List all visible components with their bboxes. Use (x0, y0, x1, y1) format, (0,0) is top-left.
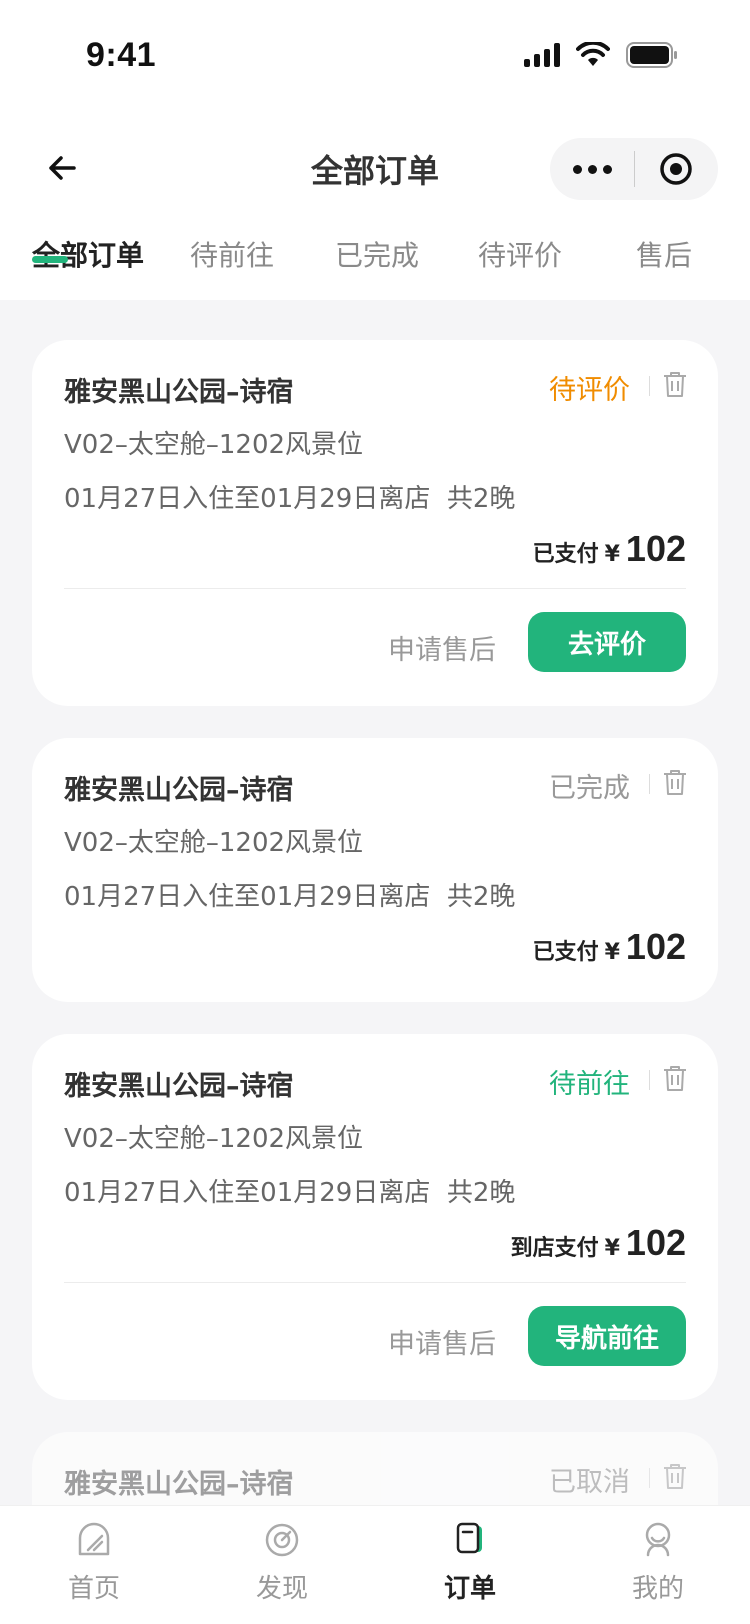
order-status: 待前往 (549, 1069, 630, 1100)
nav-bar: 全部订单 (0, 130, 750, 210)
status-divider (649, 1468, 650, 1488)
status-icons (524, 42, 678, 68)
price: 已支付 ¥ 102 (533, 926, 686, 968)
trash-icon[interactable] (662, 370, 688, 398)
status-divider (649, 1070, 650, 1090)
order-card[interactable]: 雅安黑山公园–诗宿 已完成 V02–太空舱–1202风景位 01月27日入住至0… (32, 738, 718, 1002)
apply-after-sales-button[interactable]: 申请售后 (388, 628, 496, 667)
tabbar-item-home[interactable]: 首页 (34, 1506, 154, 1624)
price-amount: 102 (625, 1222, 686, 1263)
status-divider (649, 774, 650, 794)
currency-symbol: ¥ (604, 542, 620, 567)
payment-label: 到店支付 (510, 1236, 599, 1261)
currency-symbol: ¥ (604, 1236, 620, 1261)
stay-dates: 01月27日入住至01月29日离店 共2晚 (64, 484, 516, 514)
order-status: 已完成 (549, 773, 630, 804)
hotel-name: 雅安黑山公园–诗宿 (64, 775, 294, 806)
close-miniprogram-button[interactable] (635, 138, 717, 200)
tabbar-label: 我的 (631, 1574, 684, 1604)
order-icon (456, 1522, 482, 1554)
header: 9:41 全部订单 全部订单 待前往 已完成 待评价 售后 (0, 0, 750, 300)
more-dot-icon (572, 164, 582, 174)
payment-label: 已支付 (532, 542, 599, 567)
stay-dates: 01月27日入住至01月29日离店 共2晚 (64, 882, 516, 912)
more-button[interactable] (550, 138, 634, 200)
tabbar-label: 发现 (255, 1574, 308, 1604)
status-divider (649, 376, 650, 396)
tab-all-orders[interactable]: 全部订单 (32, 234, 144, 274)
order-tabs: 全部订单 待前往 已完成 待评价 售后 (0, 220, 750, 300)
apply-after-sales-button[interactable]: 申请售后 (388, 1322, 496, 1361)
miniprogram-capsule (550, 138, 718, 200)
trash-icon[interactable] (662, 1462, 688, 1490)
order-status: 已取消 (549, 1467, 630, 1498)
battery-icon (626, 42, 677, 68)
home-icon (78, 1522, 110, 1556)
active-tab-indicator (32, 256, 68, 263)
order-status: 待评价 (549, 375, 630, 406)
card-divider (64, 1282, 686, 1283)
hotel-name: 雅安黑山公园–诗宿 (64, 1071, 294, 1102)
target-icon (660, 153, 692, 185)
room-name: V02–太空舱–1202风景位 (64, 1124, 364, 1154)
tab-completed[interactable]: 已完成 (335, 234, 419, 274)
payment-label: 已支付 (532, 940, 599, 965)
signal-icon (524, 43, 560, 67)
tab-after-sales[interactable]: 售后 (636, 234, 692, 274)
more-dot-icon (602, 164, 612, 174)
tabbar-item-orders[interactable]: 订单 (410, 1506, 530, 1624)
card-divider (64, 588, 686, 589)
trash-icon[interactable] (662, 1064, 688, 1092)
tab-to-visit[interactable]: 待前往 (190, 234, 274, 274)
hotel-name: 雅安黑山公园–诗宿 (64, 377, 294, 408)
price: 已支付 ¥ 102 (533, 528, 686, 570)
bottom-tab-bar: 首页 发现 订单 我的 (0, 1505, 750, 1624)
wifi-icon (576, 42, 610, 66)
order-card[interactable]: 雅安黑山公园–诗宿 待前往 V02–太空舱–1202风景位 01月27日入住至0… (32, 1034, 718, 1400)
room-name: V02–太空舱–1202风景位 (64, 828, 364, 858)
hotel-name: 雅安黑山公园–诗宿 (64, 1469, 294, 1500)
trash-icon[interactable] (662, 768, 688, 796)
tabbar-item-discover[interactable]: 发现 (222, 1506, 342, 1624)
order-card[interactable]: 雅安黑山公园–诗宿 待评价 V02–太空舱–1202风景位 01月27日入住至0… (32, 340, 718, 706)
currency-symbol: ¥ (604, 940, 620, 965)
tab-to-review[interactable]: 待评价 (478, 234, 562, 274)
status-bar: 9:41 (0, 0, 750, 110)
compass-icon (265, 1523, 299, 1557)
tabbar-label: 订单 (443, 1574, 496, 1604)
profile-icon (645, 1522, 671, 1557)
price: 到店支付 ¥ 102 (511, 1222, 686, 1264)
price-amount: 102 (625, 528, 686, 569)
stay-dates: 01月27日入住至01月29日离店 共2晚 (64, 1178, 516, 1208)
tabbar-label: 首页 (67, 1574, 120, 1604)
room-name: V02–太空舱–1202风景位 (64, 430, 364, 460)
review-button[interactable]: 去评价 (528, 612, 686, 672)
status-time: 9:41 (86, 36, 157, 74)
more-dot-icon (587, 164, 597, 174)
navigate-button[interactable]: 导航前往 (528, 1306, 686, 1366)
price-amount: 102 (625, 926, 686, 967)
tabbar-item-profile[interactable]: 我的 (598, 1506, 718, 1624)
